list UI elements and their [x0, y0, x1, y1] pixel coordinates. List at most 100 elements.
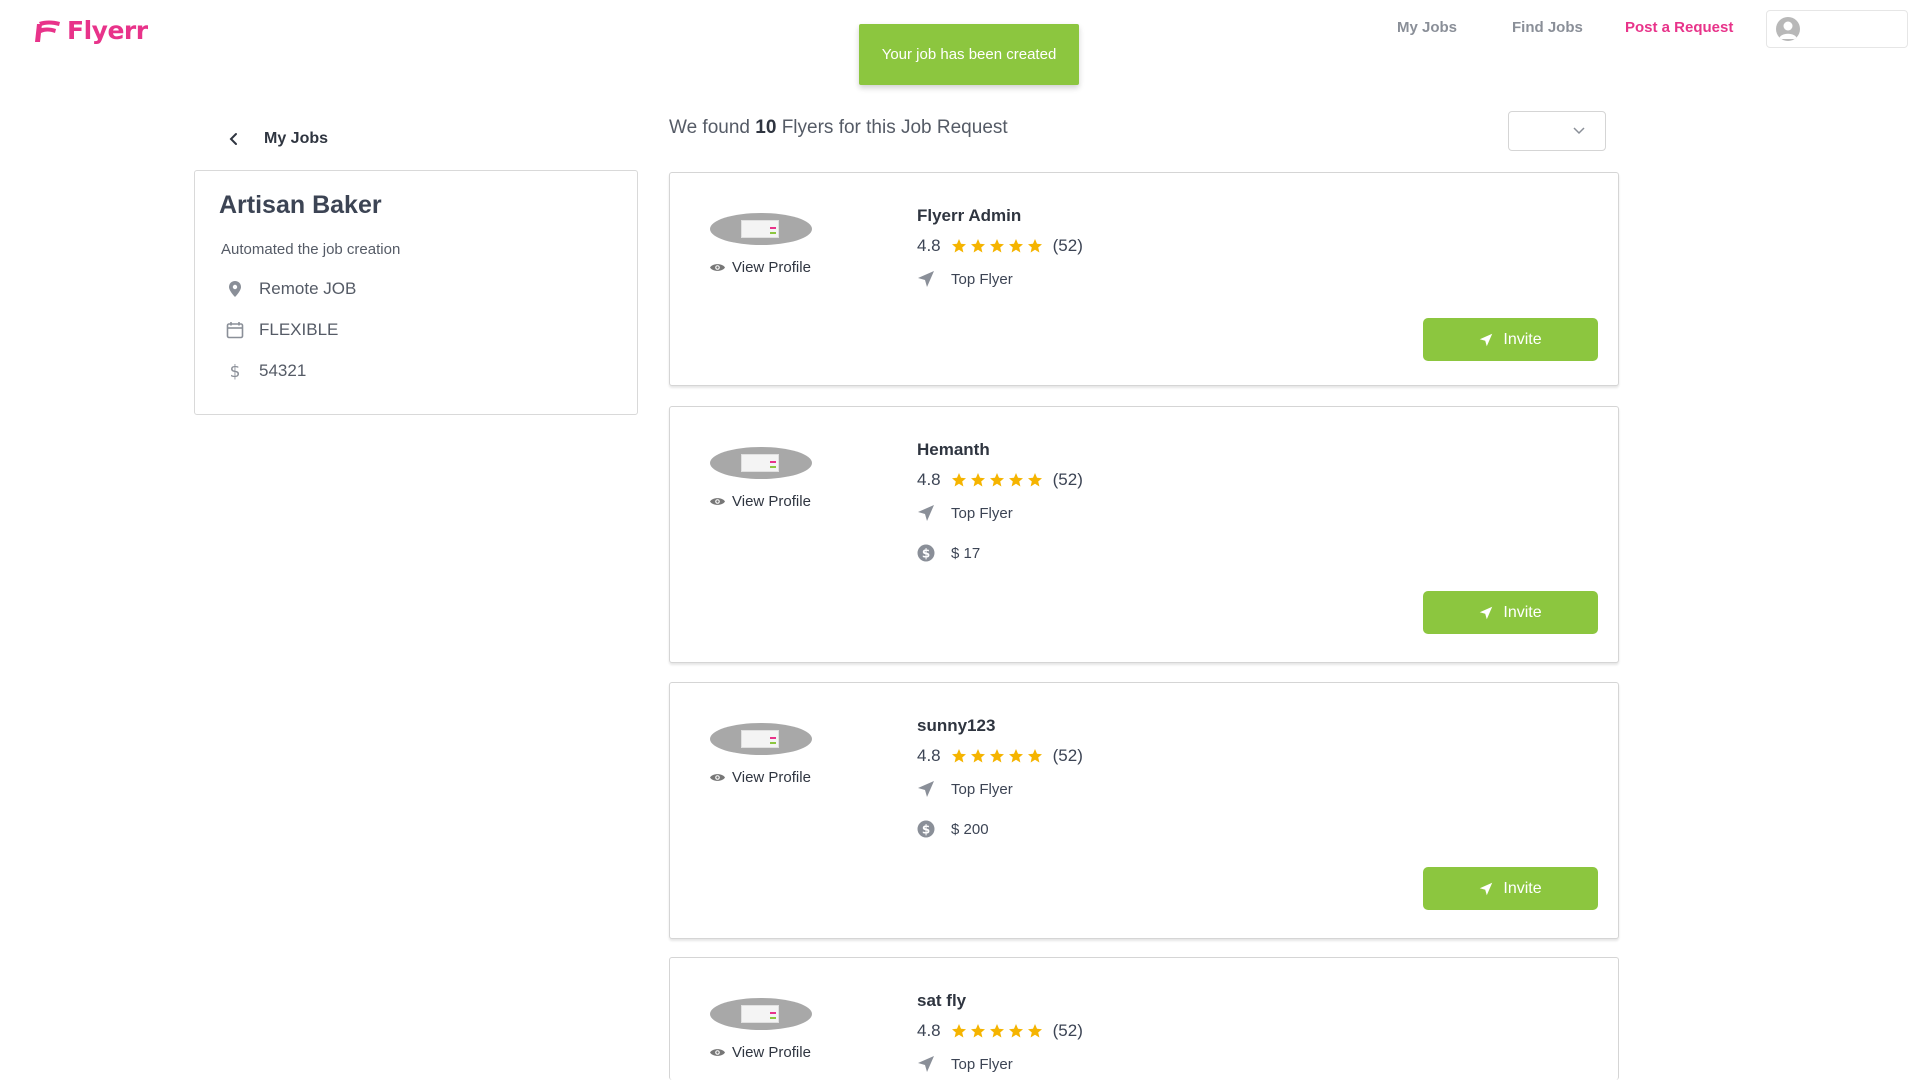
sort-dropdown[interactable]: [1508, 111, 1606, 151]
rate-value: $ 200: [951, 820, 989, 838]
star-icon: [1008, 473, 1023, 487]
results-count: 10: [755, 117, 777, 138]
review-count: (52): [1052, 1021, 1083, 1040]
paper-plane-icon: [1480, 606, 1493, 619]
map-pin-icon: [225, 279, 245, 299]
dollar-icon: $: [225, 361, 245, 381]
svg-text:$: $: [922, 547, 930, 561]
dollar-circle-icon: $: [917, 820, 937, 838]
eye-icon: [710, 264, 725, 271]
invite-button[interactable]: Invite: [1423, 591, 1598, 634]
flyer-card: View Profile Hemanth 4.8 (52) Top Flyer …: [669, 406, 1619, 663]
success-toast: Your job has been created: [859, 24, 1079, 85]
paper-plane-icon: [917, 1055, 937, 1073]
user-menu[interactable]: [1766, 10, 1908, 48]
star-icon: [970, 239, 985, 253]
badge-label: Top Flyer: [951, 504, 1013, 522]
rating-stars: [951, 1023, 1043, 1039]
back-label: My Jobs: [264, 130, 329, 147]
flyer-rate: $ $ 200: [917, 820, 989, 838]
flyer-card: View Profile sat fly 4.8 (52) Top Flyer: [669, 957, 1619, 1080]
invite-label: Invite: [1503, 603, 1542, 621]
eye-icon: [710, 1049, 725, 1056]
view-profile-link[interactable]: View Profile: [709, 1044, 811, 1061]
flyerr-logo-icon: [35, 20, 60, 42]
toast-message: Your job has been created: [881, 46, 1057, 63]
flyer-rating: 4.8 (52): [917, 746, 1083, 766]
view-profile-link[interactable]: View Profile: [709, 259, 811, 276]
flyer-avatar[interactable]: [710, 213, 812, 245]
paper-plane-icon: [1480, 882, 1493, 895]
flyer-rate: $ $ 17: [917, 544, 980, 562]
star-icon: [970, 749, 985, 763]
dollar-circle-icon: $: [917, 544, 937, 562]
review-count: (52): [1052, 236, 1083, 255]
svg-text:$: $: [922, 823, 930, 837]
rating-value: 4.8: [917, 1021, 941, 1040]
eye-icon: [710, 498, 725, 505]
calendar-icon: [225, 320, 245, 340]
chevron-left-icon: [229, 133, 237, 145]
job-budget: 54321: [259, 361, 307, 380]
user-avatar-icon: [1776, 17, 1800, 41]
invite-label: Invite: [1503, 330, 1542, 348]
badge-label: Top Flyer: [951, 1055, 1013, 1073]
flyer-badge: Top Flyer: [917, 504, 1013, 522]
job-schedule-row: FLEXIBLE: [225, 320, 338, 340]
star-icon: [951, 473, 966, 487]
view-profile-link[interactable]: View Profile: [709, 769, 811, 786]
star-icon: [989, 749, 1004, 763]
view-profile-label: View Profile: [732, 259, 811, 276]
nav-my-jobs[interactable]: My Jobs: [1397, 19, 1457, 36]
flyer-badge: Top Flyer: [917, 780, 1013, 798]
invite-button[interactable]: Invite: [1423, 318, 1598, 361]
chevron-down-icon: [1573, 127, 1585, 135]
svg-text:$: $: [230, 362, 241, 380]
paper-plane-icon: [917, 504, 937, 522]
star-icon: [970, 473, 985, 487]
star-icon: [951, 749, 966, 763]
flyer-avatar[interactable]: [710, 447, 812, 479]
flyer-card: View Profile sunny123 4.8 (52) Top Flyer…: [669, 682, 1619, 939]
nav-post-a-request[interactable]: Post a Request: [1625, 19, 1733, 36]
invite-label: Invite: [1503, 879, 1542, 897]
results-summary: We found 10 Flyers for this Job Request: [669, 117, 1008, 139]
flyer-rating: 4.8 (52): [917, 236, 1083, 256]
flyer-rating: 4.8 (52): [917, 470, 1083, 490]
back-to-my-jobs[interactable]: My Jobs: [228, 130, 328, 148]
invite-button[interactable]: Invite: [1423, 867, 1598, 910]
star-icon: [951, 1024, 966, 1038]
job-location: Remote JOB: [259, 279, 357, 298]
star-icon: [1008, 749, 1023, 763]
star-icon: [1027, 1024, 1042, 1038]
star-icon: [1008, 1024, 1023, 1038]
star-icon: [970, 1024, 985, 1038]
flyer-avatar[interactable]: [710, 998, 812, 1030]
flyer-avatar[interactable]: [710, 723, 812, 755]
rating-stars: [951, 472, 1043, 488]
flyer-badge: Top Flyer: [917, 270, 1013, 288]
flyer-badge: Top Flyer: [917, 1055, 1013, 1073]
view-profile-label: View Profile: [732, 493, 811, 510]
review-count: (52): [1052, 746, 1083, 765]
view-profile-link[interactable]: View Profile: [709, 493, 811, 510]
star-icon: [1027, 749, 1042, 763]
star-icon: [1027, 239, 1042, 253]
rating-value: 4.8: [917, 470, 941, 489]
flyer-rating: 4.8 (52): [917, 1021, 1083, 1041]
rate-value: $ 17: [951, 544, 981, 562]
flyer-name: Hemanth: [917, 440, 990, 459]
job-budget-row: $ 54321: [225, 361, 307, 381]
flyerr-logo[interactable]: Flyerr: [33, 16, 148, 45]
job-summary-card: Artisan Baker Automated the job creation…: [194, 170, 638, 415]
flyer-card: View Profile Flyerr Admin 4.8 (52) Top F…: [669, 172, 1619, 386]
rating-value: 4.8: [917, 236, 941, 255]
star-icon: [951, 239, 966, 253]
star-icon: [1008, 239, 1023, 253]
paper-plane-icon: [917, 780, 937, 798]
star-icon: [989, 239, 1004, 253]
paper-plane-icon: [917, 270, 937, 288]
badge-label: Top Flyer: [951, 270, 1013, 288]
nav-find-jobs[interactable]: Find Jobs: [1512, 19, 1583, 36]
job-description: Automated the job creation: [221, 241, 401, 258]
